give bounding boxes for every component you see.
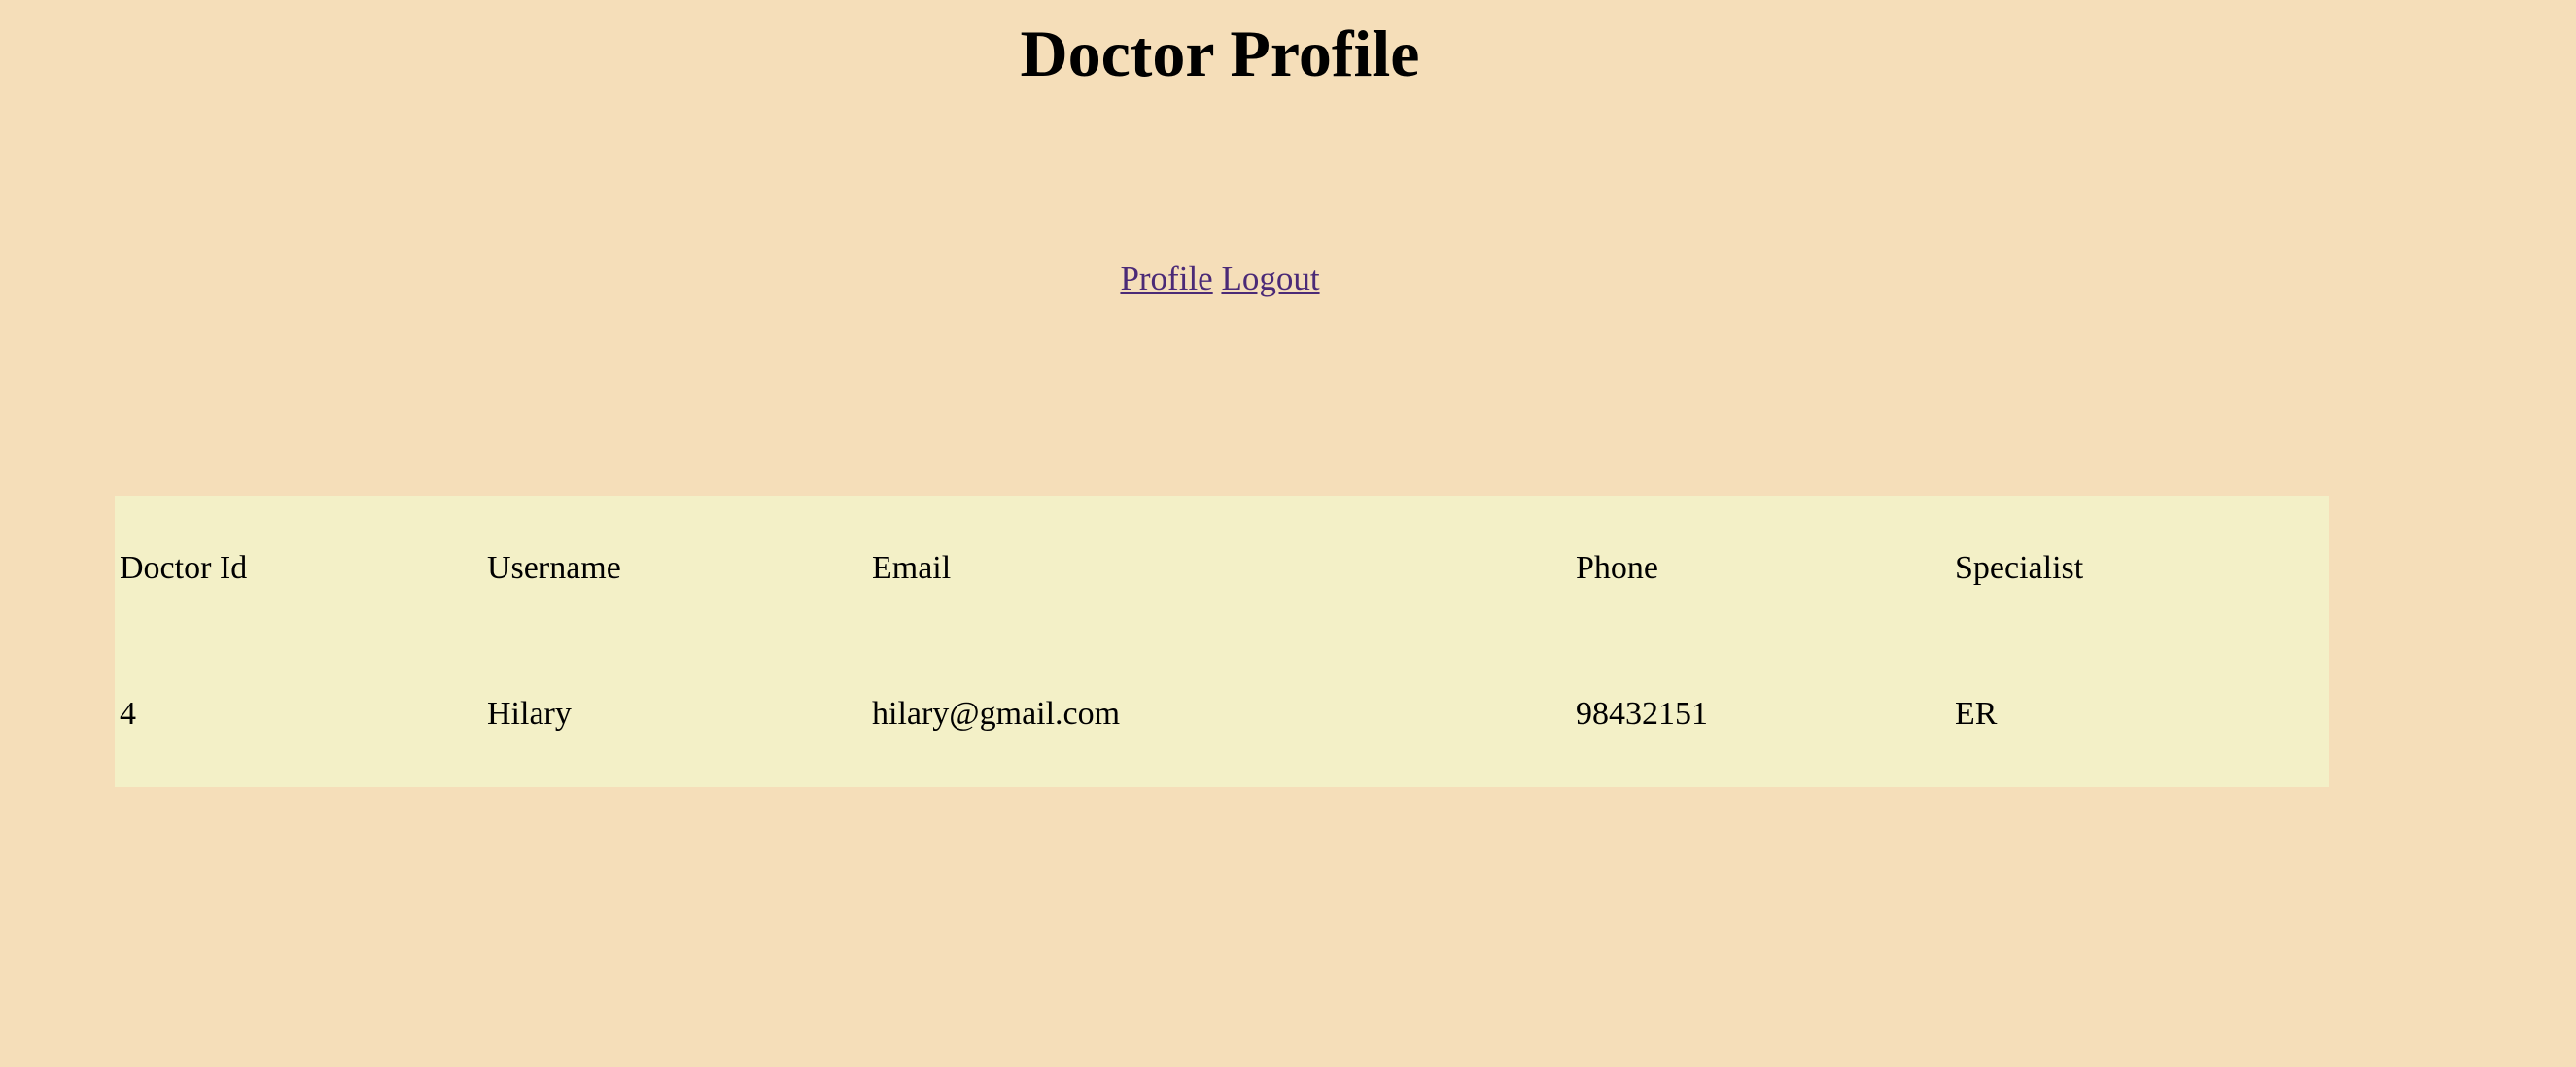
table-row: 4 Hilary hilary@gmail.com 98432151 ER — [115, 641, 2329, 787]
cell-email: hilary@gmail.com — [872, 696, 1121, 732]
cell-specialist: ER — [1955, 696, 1998, 732]
header-specialist: Specialist — [1955, 550, 2084, 586]
header-username: Username — [487, 550, 621, 586]
cell-username: Hilary — [487, 696, 572, 732]
profile-link[interactable]: Profile — [1120, 259, 1212, 297]
nav-links: Profile Logout — [0, 255, 2440, 303]
header-doctor-id: Doctor Id — [120, 550, 248, 586]
header-email: Email — [872, 550, 952, 586]
page-title: Doctor Profile — [1020, 17, 1420, 90]
cell-doctor-id: 4 — [120, 696, 136, 732]
table-header-row: Doctor Id Username Email Phone Specialis… — [115, 496, 2329, 641]
doctor-table: Doctor Id Username Email Phone Specialis… — [115, 496, 2329, 787]
cell-phone: 98432151 — [1576, 696, 1708, 732]
header-phone: Phone — [1576, 550, 1658, 586]
logout-link[interactable]: Logout — [1221, 259, 1319, 297]
